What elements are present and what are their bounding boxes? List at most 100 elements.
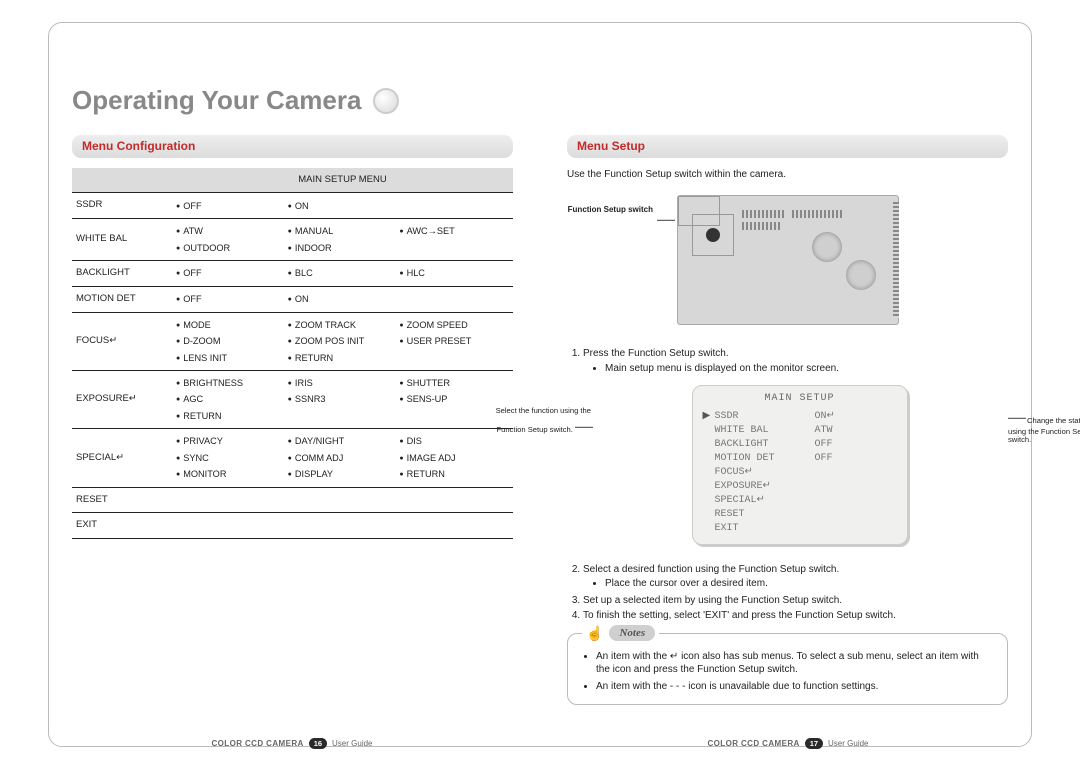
osd-item-name: EXPOSURE↵ [715, 480, 815, 494]
osd-item-name: BACKLIGHT [715, 438, 815, 452]
option: DIS [399, 435, 509, 447]
title-row: Operating Your Camera [72, 85, 399, 116]
page-title: Operating Your Camera [72, 85, 361, 116]
osd-item-name: MOTION DET [715, 452, 815, 466]
row-options: OFFON [172, 286, 513, 312]
option: COMM ADJ [288, 452, 398, 464]
option: OFF [176, 200, 286, 212]
option: ZOOM TRACK [288, 319, 398, 331]
notes-box: ☝ Notes An item with the ↵ icon also has… [567, 633, 1008, 706]
option: OUTDOOR [176, 242, 286, 254]
osd-row: SPECIAL↵ [703, 494, 897, 508]
footer-product: COLOR CCD CAMERA [708, 739, 800, 748]
section-heading-left-text: Menu Configuration [82, 139, 195, 153]
footer-product: COLOR CCD CAMERA [212, 739, 304, 748]
table-row: EXPOSURE↵BRIGHTNESSIRISSHUTTERAGCSSNR3SE… [72, 370, 513, 428]
option: BRIGHTNESS [176, 377, 286, 389]
option: MODE [176, 319, 286, 331]
row-name: SPECIAL↵ [72, 429, 172, 487]
osd-row: FOCUS↵ [703, 466, 897, 480]
option: BLC [288, 267, 398, 279]
table-row: BACKLIGHTOFFBLCHLC [72, 261, 513, 287]
note-1: An item with the ↵ icon also has sub men… [596, 650, 995, 677]
osd-item-name: RESET [715, 508, 815, 522]
osd-item-value: OFF [815, 438, 833, 452]
step-2-text: Select a desired function using the Func… [583, 564, 839, 575]
row-options [172, 487, 513, 513]
note-2: An item with the - - - icon is unavailab… [596, 680, 995, 694]
table-row: EXIT [72, 513, 513, 539]
step-2: Select a desired function using the Func… [583, 563, 1008, 591]
page: Operating Your Camera Menu Configuration… [0, 0, 1080, 771]
table-row: RESET [72, 487, 513, 513]
osd-right-hint: ― Change the status using the Function S… [1008, 407, 1080, 445]
function-switch-figure: Function Setup switch ― [567, 195, 1008, 325]
option: RETURN [288, 352, 398, 364]
table-caption: MAIN SETUP MENU [172, 168, 513, 193]
row-options: OFFON [172, 193, 513, 219]
osd-item-value: ATW [815, 424, 833, 438]
osd-row: RESET [703, 508, 897, 522]
row-name: EXPOSURE↵ [72, 370, 172, 428]
step-1: Press the Function Setup switch. Main se… [583, 347, 1008, 375]
row-options: MODEZOOM TRACKZOOM SPEED D-ZOOMZOOM POS I… [172, 312, 513, 370]
option: ZOOM SPEED [399, 319, 509, 331]
row-options: OFFBLCHLC [172, 261, 513, 287]
osd-left-hint: Select the function using the Function S… [491, 407, 591, 436]
osd-item-name: FOCUS↵ [715, 466, 815, 480]
osd-row: BACKLIGHTOFF [703, 438, 897, 452]
option: ON [288, 200, 398, 212]
option: AWC→SET [399, 225, 509, 237]
osd-item-name: SSDR [715, 410, 815, 424]
step-2-sub: Place the cursor over a desired item. [605, 577, 1008, 591]
option: OFF [176, 293, 286, 305]
right-column: Menu Setup Use the Function Setup switch… [567, 135, 1008, 731]
section-heading-left: Menu Configuration [72, 135, 513, 158]
option: ZOOM POS INIT [288, 335, 398, 347]
option: DISPLAY [288, 468, 398, 480]
section-heading-right-text: Menu Setup [577, 139, 645, 153]
option: MONITOR [176, 468, 286, 480]
left-column: Menu Configuration MAIN SETUP MENU SSDRO… [72, 135, 513, 731]
osd-menu: MAIN SETUP ▶SSDRON↵WHITE BALATWBACKLIGHT… [692, 385, 908, 545]
option: SHUTTER [399, 377, 509, 389]
function-switch-label: Function Setup switch [567, 195, 653, 216]
option: INDOOR [288, 242, 398, 254]
steps-list-top: Press the Function Setup switch. Main se… [567, 347, 1008, 375]
decorative-circle-icon [373, 88, 399, 114]
osd-item-name: WHITE BAL [715, 424, 815, 438]
table-row: SPECIAL↵PRIVACYDAY/NIGHTDISSYNCCOMM ADJI… [72, 429, 513, 487]
osd-item-name: EXIT [715, 522, 815, 536]
option: SSNR3 [288, 393, 398, 405]
osd-pointer-icon: ▶ [703, 410, 715, 424]
table-row: SSDROFFON [72, 193, 513, 219]
osd-row: MOTION DETOFF [703, 452, 897, 466]
table-row: MOTION DETOFFON [72, 286, 513, 312]
osd-row: WHITE BALATW [703, 424, 897, 438]
option: AGC [176, 393, 286, 405]
step-1-text: Press the Function Setup switch. [583, 348, 729, 359]
option: MANUAL [288, 225, 398, 237]
footer-guide: User Guide [828, 739, 868, 748]
step-1-sub: Main setup menu is displayed on the moni… [605, 362, 1008, 376]
option: DAY/NIGHT [288, 435, 398, 447]
step-4: To finish the setting, select 'EXIT' and… [583, 609, 1008, 623]
table-row: WHITE BALATWMANUALAWC→SETOUTDOORINDOOR [72, 219, 513, 261]
main-setup-table: MAIN SETUP MENU SSDROFFONWHITE BALATWMAN… [72, 168, 513, 540]
arrow-icon: ― [657, 207, 673, 231]
option: IMAGE ADJ [399, 452, 509, 464]
page-number-left: 16 [309, 738, 327, 749]
option: LENS INIT [176, 352, 286, 364]
option: USER PRESET [399, 335, 509, 347]
option: D-ZOOM [176, 335, 286, 347]
row-options: ATWMANUALAWC→SETOUTDOORINDOOR [172, 219, 513, 261]
osd-row: ▶SSDRON↵ [703, 410, 897, 424]
footer-left: COLOR CCD CAMERA 16 User Guide [72, 738, 512, 749]
row-name: SSDR [72, 193, 172, 219]
notes-label: Notes [609, 625, 655, 642]
table-row: FOCUS↵MODEZOOM TRACKZOOM SPEEDD-ZOOMZOOM… [72, 312, 513, 370]
row-options: BRIGHTNESSIRISSHUTTERAGCSSNR3SENS-UPRETU… [172, 370, 513, 428]
row-name: BACKLIGHT [72, 261, 172, 287]
step-3: Set up a selected item by using the Func… [583, 594, 1008, 608]
option: PRIVACY [176, 435, 286, 447]
